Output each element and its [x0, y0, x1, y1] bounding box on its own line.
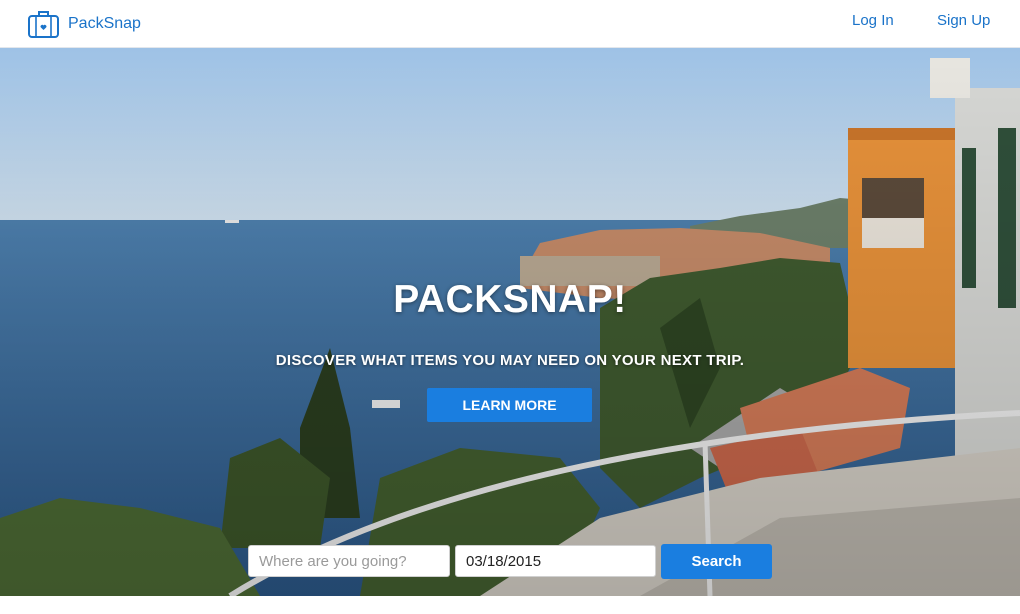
hero-section: PACKSNAP! DISCOVER WHAT ITEMS YOU MAY NE…: [0, 48, 1020, 596]
hero-title: PACKSNAP!: [393, 278, 627, 321]
search-button[interactable]: Search: [661, 544, 772, 579]
learn-more-button[interactable]: LEARN MORE: [427, 388, 592, 422]
brand-logo[interactable]: PackSnap: [27, 8, 141, 40]
top-navbar: PackSnap Log In Sign Up: [0, 0, 1020, 48]
signup-link[interactable]: Sign Up: [937, 12, 990, 29]
suitcase-icon: [27, 9, 60, 39]
brand-name: PackSnap: [68, 15, 141, 32]
hero-subtitle: DISCOVER WHAT ITEMS YOU MAY NEED ON YOUR…: [275, 352, 745, 369]
date-input[interactable]: [455, 545, 656, 577]
page-bottom-strip: [0, 596, 1020, 614]
hero-background-image: [0, 48, 1020, 596]
destination-input[interactable]: [248, 545, 450, 577]
login-link[interactable]: Log In: [852, 12, 894, 29]
